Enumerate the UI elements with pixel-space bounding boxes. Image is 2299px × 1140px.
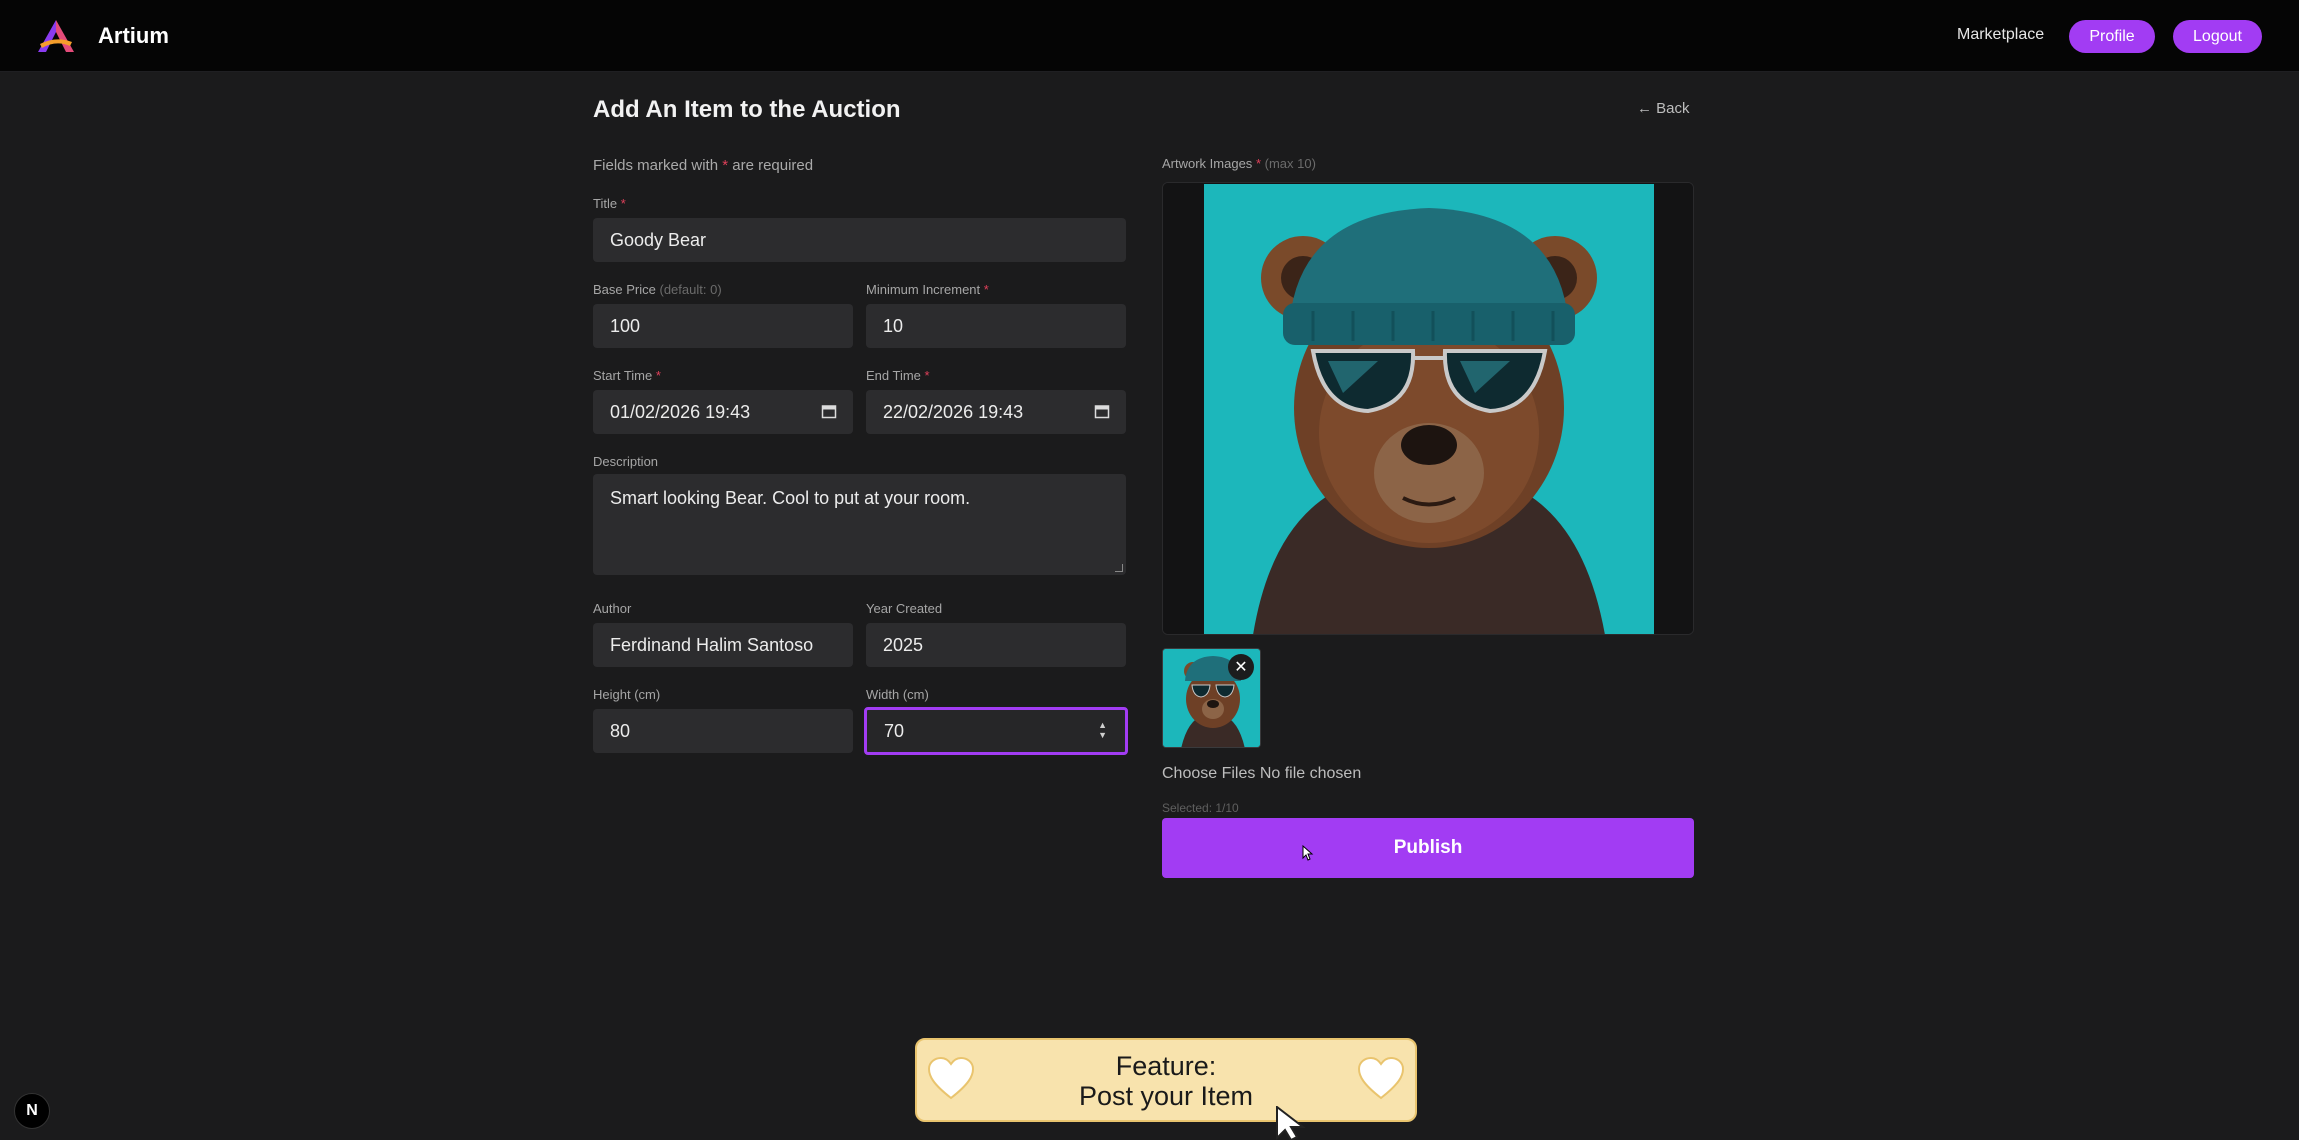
pointer-cursor-icon — [1276, 1106, 1306, 1140]
height-input[interactable]: 80 — [593, 709, 853, 753]
required-note-prefix: Fields marked with — [593, 157, 719, 174]
description-value: Smart looking Bear. Cool to put at your … — [610, 488, 971, 508]
width-value: 70 — [884, 720, 905, 741]
dev-tools-badge-icon[interactable]: N — [14, 1093, 50, 1129]
artwork-images-hint: (max 10) — [1264, 156, 1316, 171]
start-time-value: 01/02/2026 19:43 — [610, 401, 751, 422]
author-input[interactable]: Ferdinand Halim Santoso — [593, 623, 853, 667]
number-spinner-icon[interactable]: ▲ ▼ — [1098, 720, 1107, 740]
marketplace-link[interactable]: Marketplace — [1957, 26, 2044, 44]
brand-name: Artium — [98, 23, 169, 48]
base-price-label-text: Base Price — [593, 282, 656, 297]
remove-image-icon[interactable]: ✕ — [1228, 654, 1254, 680]
feature-banner-line1: Feature: — [1115, 1051, 1217, 1081]
height-label: Height (cm) — [593, 687, 661, 702]
title-label-text: Title — [593, 196, 618, 211]
artium-logo-icon — [38, 20, 74, 52]
start-time-label-text: Start Time — [593, 368, 653, 383]
end-time-value: 22/02/2026 19:43 — [883, 401, 1024, 422]
feature-banner: Feature: Post your Item — [915, 1038, 1417, 1122]
title-label: Title * — [593, 196, 626, 211]
heart-icon — [1357, 1056, 1405, 1100]
logout-button[interactable]: Logout — [2173, 20, 2262, 53]
bear-artwork-image — [1163, 183, 1693, 634]
feature-banner-line2: Post your Item — [1078, 1081, 1254, 1111]
base-price-hint: (default: 0) — [659, 282, 722, 297]
width-input[interactable]: 70 ▲ ▼ — [864, 707, 1128, 755]
top-navbar: Artium Marketplace Profile Logout — [0, 0, 2299, 72]
artwork-preview — [1162, 182, 1694, 635]
end-time-label-text: End Time — [866, 368, 921, 383]
min-increment-label-text: Minimum Increment — [866, 282, 981, 297]
author-label: Author — [593, 601, 632, 616]
mouse-cursor-icon — [1302, 845, 1314, 861]
required-star: * — [1255, 156, 1261, 171]
start-time-label: Start Time * — [593, 368, 661, 383]
page-title: Add An Item to the Auction — [593, 96, 901, 123]
brand[interactable]: Artium — [36, 18, 169, 54]
required-star: * — [620, 196, 626, 211]
title-input[interactable]: Goody Bear — [593, 218, 1126, 262]
year-created-label: Year Created — [866, 601, 943, 616]
selected-count: Selected: 1/10 — [1162, 801, 1239, 815]
start-time-input[interactable]: 01/02/2026 19:43 — [593, 390, 853, 434]
end-time-input[interactable]: 22/02/2026 19:43 — [866, 390, 1126, 434]
description-label: Description — [593, 454, 659, 469]
required-star: * — [983, 282, 989, 297]
required-fields-note: Fields marked with * are required — [593, 157, 813, 174]
end-time-label: End Time * — [866, 368, 930, 383]
description-textarea[interactable]: Smart looking Bear. Cool to put at your … — [593, 474, 1126, 575]
required-star: * — [655, 368, 661, 383]
calendar-icon[interactable] — [821, 403, 837, 419]
base-price-input[interactable]: 100 — [593, 304, 853, 348]
required-star: * — [924, 368, 930, 383]
artwork-images-label: Artwork Images * (max 10) — [1162, 156, 1316, 171]
width-label: Width (cm) — [866, 687, 929, 702]
year-created-input[interactable]: 2025 — [866, 623, 1126, 667]
min-increment-input[interactable]: 10 — [866, 304, 1126, 348]
back-link[interactable]: ← Back — [1637, 100, 1690, 117]
publish-button[interactable]: Publish — [1162, 818, 1694, 878]
file-input[interactable]: Choose Files No file chosen — [1162, 765, 1361, 783]
required-note-suffix: are required — [732, 157, 814, 174]
profile-button[interactable]: Profile — [2069, 20, 2155, 53]
resize-handle-icon[interactable] — [1115, 564, 1123, 572]
heart-icon — [927, 1056, 975, 1100]
artwork-images-label-text: Artwork Images — [1162, 156, 1253, 171]
base-price-label: Base Price (default: 0) — [593, 282, 722, 297]
min-increment-label: Minimum Increment * — [866, 282, 989, 297]
calendar-icon[interactable] — [1094, 403, 1110, 419]
required-star: * — [722, 157, 729, 174]
